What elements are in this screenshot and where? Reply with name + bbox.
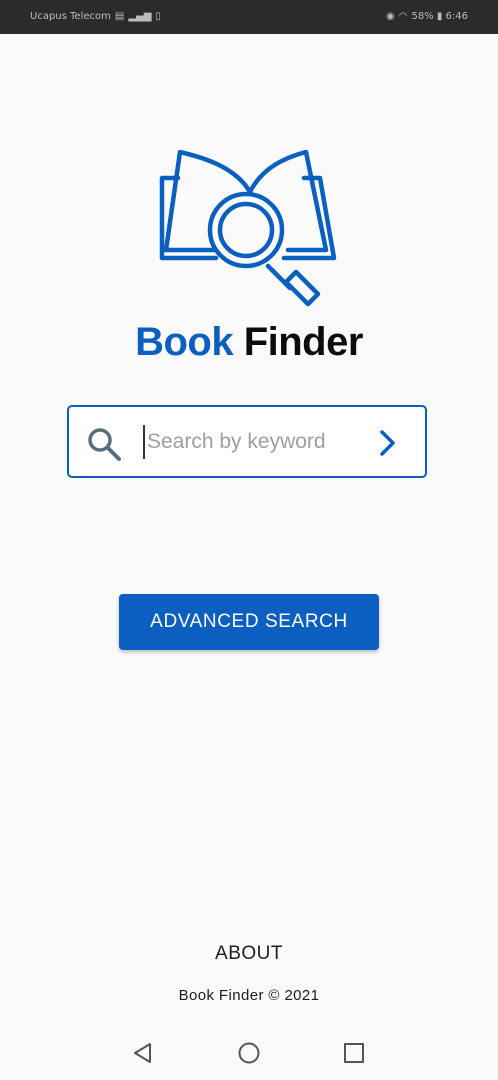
search-box [67, 405, 427, 478]
advanced-search-button[interactable]: ADVANCED SEARCH [119, 594, 379, 650]
search-input[interactable] [143, 425, 357, 459]
system-nav-bar [0, 1026, 498, 1080]
status-right-text: 58% ▮ 6:46 [411, 11, 468, 22]
notification-icon: ▯ [155, 11, 161, 22]
circle-home-icon[interactable] [236, 1040, 262, 1066]
book-magnifier-icon [159, 150, 337, 307]
sim-icon: ▤ [114, 11, 125, 22]
status-bar: Ucapus Telecom ▤ ▂▄▆ ▯ ◉ ◠ 58% ▮ 6:46 [0, 0, 498, 34]
eye-icon: ◉ [385, 11, 395, 22]
square-recent-icon[interactable] [341, 1040, 367, 1066]
status-right: ◉ ◠ 58% ▮ 6:46 [386, 11, 468, 23]
app-title: Book Finder [0, 320, 498, 365]
triangle-back-icon[interactable] [130, 1040, 156, 1066]
carrier-label: Ucapus Telecom [30, 11, 111, 22]
copyright-text: Book Finder © 2021 [178, 987, 320, 1004]
signal-icon: ▂▄▆ [128, 11, 152, 22]
about-link[interactable]: ABOUT [0, 943, 498, 965]
search-icon [88, 428, 121, 461]
wifi-icon: ◠ [398, 11, 408, 22]
chevron-right-icon[interactable] [371, 427, 403, 459]
app-title-finder: Finder [243, 320, 364, 364]
app-screen: Ucapus Telecom ▤ ▂▄▆ ▯ ◉ ◠ 58% ▮ 6:46 Bo… [0, 0, 498, 1080]
status-left: Ucapus Telecom ▤ ▂▄▆ ▯ [30, 11, 161, 23]
app-title-book: Book [135, 320, 234, 364]
